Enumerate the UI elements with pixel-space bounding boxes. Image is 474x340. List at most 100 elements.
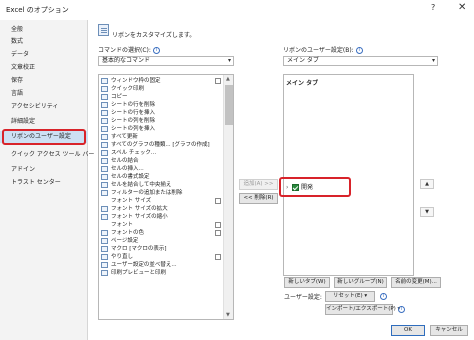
- list-item-label: フォント サイズ: [111, 198, 152, 204]
- command-source-value: 基本的なコマンド: [102, 57, 151, 64]
- list-item-label: 印刷プレビューと印刷: [111, 270, 167, 276]
- list-item[interactable]: クイック印刷: [99, 85, 223, 93]
- import-export-button[interactable]: インポート/エクスポート(P) ▾: [325, 304, 400, 315]
- refresh-all-icon: [101, 134, 108, 140]
- ok-button[interactable]: OK: [391, 325, 425, 336]
- sidebar-item-trust-center[interactable]: トラスト センター: [0, 177, 88, 189]
- redo-icon: [101, 254, 108, 260]
- list-item-label: シートの列を削除: [111, 118, 156, 124]
- list-item[interactable]: セルの書式設定: [99, 173, 223, 181]
- command-list-scrollbar[interactable]: ▲ ▼: [223, 75, 233, 319]
- list-item-label: コピー: [111, 94, 128, 100]
- list-item[interactable]: フォント サイズ: [99, 197, 223, 205]
- remove-button[interactable]: << 削除(R): [239, 193, 278, 204]
- insert-cells-icon: [101, 166, 108, 172]
- list-item[interactable]: フィルターの追加または削除: [99, 189, 223, 197]
- list-item-label: シートの行を挿入: [111, 110, 156, 116]
- sidebar-item-addins[interactable]: アドイン: [0, 164, 88, 176]
- sidebar-item-language[interactable]: 言語: [0, 88, 88, 100]
- merge-cells-icon: [101, 158, 108, 164]
- move-up-button[interactable]: ▲: [420, 179, 434, 189]
- chevron-down-icon: ▾: [431, 57, 435, 64]
- new-group-button[interactable]: 新しいグループ(N): [334, 277, 387, 288]
- insert-columns-icon: [101, 126, 108, 132]
- sidebar-item-formulas[interactable]: 数式: [0, 36, 88, 48]
- list-item[interactable]: スペル チェック...: [99, 149, 223, 157]
- list-item[interactable]: やり直し: [99, 253, 223, 261]
- list-item-label: すべて更新: [111, 134, 138, 140]
- list-item-label: クイック印刷: [111, 86, 145, 92]
- delete-columns-icon: [101, 118, 108, 124]
- ribbon-customize-icon: [98, 24, 109, 36]
- scroll-down-icon[interactable]: ▼: [226, 312, 230, 318]
- info-icon: i: [152, 47, 160, 54]
- list-item-label: シートの列を挿入: [111, 126, 156, 132]
- list-item[interactable]: フォント サイズの拡大: [99, 205, 223, 213]
- ribbon-tab-tree[interactable]: メイン タブ › 開発: [283, 74, 414, 276]
- list-item[interactable]: フォントの色: [99, 229, 223, 237]
- list-item-label: フィルターの追加または削除: [111, 190, 183, 196]
- font-grow-icon: [101, 206, 108, 212]
- sidebar-item-save[interactable]: 保存: [0, 75, 88, 87]
- sidebar-item-proofing[interactable]: 文章校正: [0, 62, 88, 74]
- submenu-icon: [215, 254, 221, 260]
- submenu-icon: [215, 230, 221, 236]
- cancel-button[interactable]: キャンセル: [430, 325, 468, 336]
- info-icon: i: [398, 306, 405, 313]
- list-item-label: フォント サイズの縮小: [111, 214, 168, 220]
- help-button[interactable]: ?: [431, 3, 435, 12]
- sidebar-item-accessibility[interactable]: アクセシビリティ: [0, 101, 88, 113]
- format-cells-icon: [101, 174, 108, 180]
- list-item[interactable]: すべて更新: [99, 133, 223, 141]
- list-item[interactable]: ユーザー設定の並べ替え...: [99, 261, 223, 269]
- close-button[interactable]: ✕: [458, 2, 466, 13]
- command-list[interactable]: ウィンドウ枠の固定 クイック印刷 コピー シートの行を削除 シートの行を挿入 シ…: [98, 74, 234, 320]
- list-item-label: シートの行を削除: [111, 102, 156, 108]
- highlight-frame-developer: [279, 177, 351, 197]
- sidebar-item-general[interactable]: 全般: [0, 24, 88, 36]
- list-item[interactable]: 印刷プレビューと印刷: [99, 269, 223, 277]
- spell-check-icon: [101, 150, 108, 156]
- list-item[interactable]: セルを結合して中央揃え: [99, 181, 223, 189]
- list-item[interactable]: フォント: [99, 221, 223, 229]
- page-setup-icon: [101, 238, 108, 244]
- ribbon-target-select[interactable]: メイン タブ ▾: [283, 56, 438, 66]
- scroll-up-icon[interactable]: ▲: [226, 76, 230, 82]
- list-item[interactable]: マクロ [マクロの表示]: [99, 245, 223, 253]
- macro-icon: [101, 246, 108, 252]
- submenu-icon: [215, 78, 221, 84]
- scrollbar-thumb[interactable]: [225, 85, 233, 125]
- list-item[interactable]: コピー: [99, 93, 223, 101]
- list-item-label: フォント サイズの拡大: [111, 206, 168, 212]
- reset-button[interactable]: リセット(E) ▾: [325, 291, 375, 302]
- page-description: リボンをカスタマイズします。: [112, 32, 196, 39]
- tree-header: メイン タブ: [286, 80, 319, 87]
- dropdown-icon: [215, 198, 221, 204]
- list-item[interactable]: フォント サイズの縮小: [99, 213, 223, 221]
- list-item[interactable]: シートの行を削除: [99, 101, 223, 109]
- sidebar-item-quick-access-toolbar[interactable]: クイック アクセス ツール バー: [0, 149, 94, 161]
- window-title: Excel のオプション: [6, 6, 69, 14]
- chart-icon: [101, 142, 108, 148]
- list-item[interactable]: シートの行を挿入: [99, 109, 223, 117]
- new-tab-button[interactable]: 新しいタブ(W): [284, 277, 330, 288]
- list-item[interactable]: ウィンドウ枠の固定: [99, 77, 223, 85]
- quick-print-icon: [101, 86, 108, 92]
- list-item[interactable]: すべてのグラフの種類... [グラフの作成]: [99, 141, 223, 149]
- command-source-label: コマンドの選択(C): i: [98, 45, 160, 54]
- list-item[interactable]: セルの結合: [99, 157, 223, 165]
- list-item[interactable]: ページ設定: [99, 237, 223, 245]
- add-button[interactable]: 追加(A) >>: [239, 179, 278, 190]
- list-item-label: マクロ [マクロの表示]: [111, 246, 167, 252]
- list-item-label: セルの結合: [111, 158, 139, 164]
- sidebar-item-data[interactable]: データ: [0, 49, 88, 61]
- list-item[interactable]: シートの列を挿入: [99, 125, 223, 133]
- list-item[interactable]: シートの列を削除: [99, 117, 223, 125]
- command-source-select[interactable]: 基本的なコマンド ▾: [98, 56, 234, 66]
- list-item[interactable]: セルの挿入...: [99, 165, 223, 173]
- rename-button[interactable]: 名前の変更(M)...: [391, 277, 441, 288]
- font-shrink-icon: [101, 214, 108, 220]
- sidebar-item-advanced[interactable]: 詳細設定: [0, 116, 88, 128]
- list-item-label: セルの書式設定: [111, 174, 150, 180]
- move-down-button[interactable]: ▼: [420, 207, 434, 217]
